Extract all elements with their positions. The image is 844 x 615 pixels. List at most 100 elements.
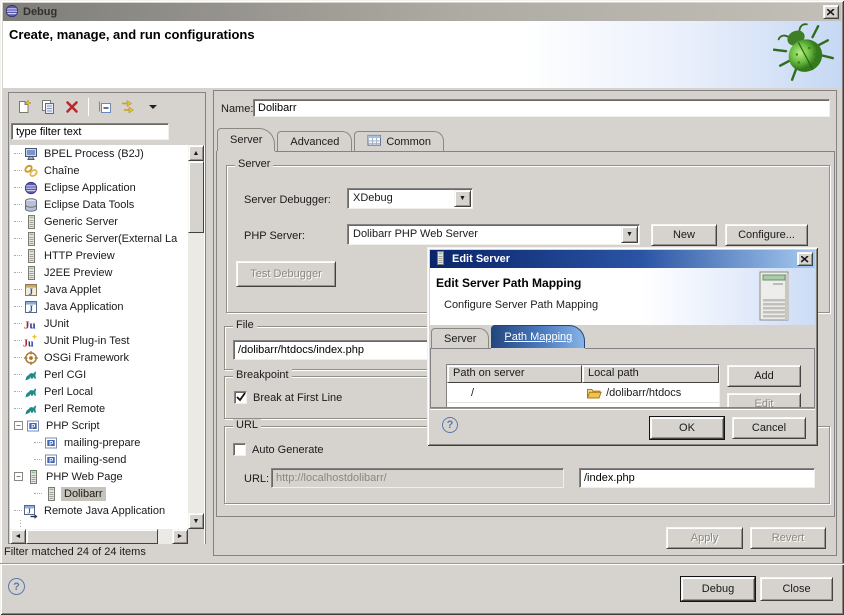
java-window-icon: J (23, 299, 39, 315)
chain-icon (23, 163, 39, 179)
server-debugger-label: Server Debugger: (244, 194, 331, 206)
tree-item-generic-server[interactable]: Generic Server (10, 213, 205, 230)
tree-item-bpel-process-b2j[interactable]: BPEL Process (B2J) (10, 145, 205, 162)
tree-item-php-web-page[interactable]: − PHP Web Page (10, 468, 205, 485)
server-debugger-value: XDebug (353, 192, 452, 204)
tab-common[interactable]: Common (354, 131, 444, 151)
svg-text:Ju: Ju (24, 319, 36, 331)
collapse-expander-icon[interactable]: − (14, 472, 23, 481)
column-local-path[interactable]: Local path (582, 365, 719, 383)
help-icon[interactable]: ? (8, 578, 25, 595)
revert-button[interactable]: Revert (750, 527, 826, 549)
scrollbar-corner (188, 529, 204, 544)
debug-button[interactable]: Debug (681, 577, 755, 601)
dialog-tab-server[interactable]: Server (431, 328, 489, 348)
delete-config-icon[interactable] (61, 96, 83, 118)
tab-advanced[interactable]: Advanced (277, 131, 352, 151)
tree-item-label: JUnit Plug-in Test (41, 334, 132, 348)
footer-separator (0, 563, 844, 565)
scroll-down-icon[interactable]: ▼ (188, 513, 204, 529)
tree-item-perl-remote[interactable]: Perl Remote (10, 400, 205, 417)
vertical-scroll-thumb[interactable] (188, 161, 204, 233)
scroll-right-icon[interactable]: ► (172, 529, 188, 544)
dialog-tab-path-mapping[interactable]: Path Mapping (491, 325, 585, 348)
tree-guide (14, 221, 22, 222)
tree-item-java-application[interactable]: JJava Application (10, 298, 205, 315)
tree-item-junit-plug-in-test[interactable]: JuJUnit Plug-in Test (10, 332, 205, 349)
tree-item-perl-local[interactable]: Perl Local (10, 383, 205, 400)
tree-item-osgi-framework[interactable]: OSGi Framework (10, 349, 205, 366)
ok-button[interactable]: OK (650, 417, 724, 439)
tree-guide (14, 510, 22, 511)
edit-mapping-button[interactable]: Edit (727, 393, 801, 408)
duplicate-config-icon[interactable] (37, 96, 59, 118)
chevron-down-icon[interactable]: ▼ (454, 190, 471, 207)
scroll-left-icon[interactable]: ◄ (10, 529, 26, 544)
scroll-up-icon[interactable]: ▲ (188, 145, 204, 161)
dialog-help-icon[interactable]: ? (442, 417, 458, 433)
filter-input[interactable] (11, 123, 169, 140)
tab-server[interactable]: Server (217, 128, 275, 151)
server-debugger-combo[interactable]: XDebug ▼ (347, 188, 473, 209)
collapse-expander-icon[interactable]: − (14, 421, 23, 430)
dialog-footer: ? OK Cancel (430, 408, 815, 443)
break-first-line-checkbox[interactable] (234, 391, 247, 404)
tree-item-cha-ne[interactable]: Chaîne (10, 162, 205, 179)
close-button[interactable]: Close (760, 577, 833, 601)
tree-item-label: PHP Web Page (43, 470, 126, 484)
tree-item-dolibarr[interactable]: Dolibarr (10, 485, 205, 502)
auto-generate-checkbox[interactable] (233, 443, 246, 456)
tree-vertical-scrollbar[interactable]: ▲ ▼ (188, 145, 204, 529)
filter-configs-icon[interactable] (118, 96, 140, 118)
editor-tabs: Server Advanced Common (217, 128, 446, 151)
php-server-combo[interactable]: Dolibarr PHP Web Server ▼ (347, 224, 640, 245)
tree-item-mailing-send[interactable]: Pmailing-send (10, 451, 205, 468)
tree-item-junit[interactable]: JuJUnit (10, 315, 205, 332)
tree-item-j2ee-preview[interactable]: J2EE Preview (10, 264, 205, 281)
new-config-icon[interactable] (13, 96, 35, 118)
toolbar-separator (88, 98, 89, 116)
dialog-tabs: Server Path Mapping (431, 325, 587, 348)
tree-item-generic-server-external-la[interactable]: Generic Server(External La (10, 230, 205, 247)
url-label: URL: (244, 473, 269, 485)
tree-item-php-script[interactable]: −PPHP Script (10, 417, 205, 434)
tree-item-eclipse-application[interactable]: Eclipse Application (10, 179, 205, 196)
dialog-close-button[interactable] (797, 252, 813, 266)
osgi-target-icon (23, 350, 39, 366)
apply-button[interactable]: Apply (666, 527, 743, 549)
column-path-on-server[interactable]: Path on server (447, 365, 582, 383)
url-path-input[interactable] (579, 468, 815, 488)
tree-item-perl-cgi[interactable]: Perl CGI (10, 366, 205, 383)
php-server-label: PHP Server: (244, 230, 305, 242)
new-server-button[interactable]: New (651, 224, 717, 246)
tree-item-label: Eclipse Application (41, 181, 139, 195)
name-input[interactable] (253, 99, 830, 117)
test-debugger-button[interactable]: Test Debugger (236, 261, 336, 287)
dialog-tab-path-mapping-label: Path Mapping (504, 331, 572, 343)
window-close-button[interactable] (823, 5, 839, 19)
configure-server-button[interactable]: Configure... (725, 224, 808, 246)
cancel-button[interactable]: Cancel (732, 417, 806, 439)
svg-text:P: P (49, 458, 53, 464)
base-url-input[interactable] (271, 468, 564, 488)
tree-item-label: Java Application (41, 300, 127, 314)
horizontal-scroll-thumb[interactable] (26, 529, 158, 544)
tree-item-remote-java-application[interactable]: JRemote Java Application (10, 502, 205, 519)
svg-text:J: J (29, 286, 34, 296)
mapping-row[interactable]: //dolibarr/htdocs (447, 383, 719, 403)
tree-horizontal-scrollbar[interactable]: ◄ ► (10, 529, 188, 544)
svg-text:P: P (31, 424, 35, 430)
tree-item-java-applet[interactable]: JJava Applet (10, 281, 205, 298)
server-group-title: Server (235, 158, 273, 170)
tree-item-http-preview[interactable]: HTTP Preview (10, 247, 205, 264)
tree-item-mailing-prepare[interactable]: Pmailing-prepare (10, 434, 205, 451)
tree-item-eclipse-data-tools[interactable]: Eclipse Data Tools (10, 196, 205, 213)
menu-dropdown-icon[interactable] (142, 96, 164, 118)
tree-guide (34, 459, 42, 460)
add-mapping-button[interactable]: Add (727, 365, 801, 387)
close-icon (801, 256, 809, 263)
collapse-all-icon[interactable] (94, 96, 116, 118)
svg-text:J: J (27, 507, 31, 515)
tree-item-label: Generic Server (41, 215, 121, 229)
chevron-down-icon[interactable]: ▼ (621, 226, 638, 243)
